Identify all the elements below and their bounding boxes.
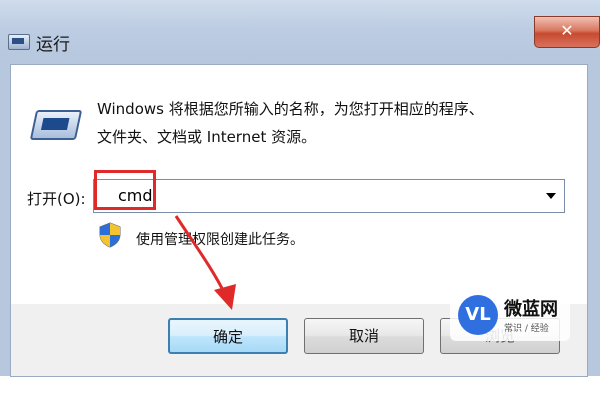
cancel-button[interactable]: 取消 <box>304 318 424 354</box>
uac-shield-icon <box>99 222 121 248</box>
ok-button[interactable]: 确定 <box>168 318 288 354</box>
watermark: VL 微蓝网 常识 / 经验 <box>450 289 570 341</box>
run-program-icon <box>29 110 83 140</box>
open-label: 打开(O): <box>27 190 86 208</box>
input-highlight-box <box>94 170 156 210</box>
open-combobox[interactable]: cmd <box>93 179 565 213</box>
admin-note: 使用管理权限创建此任务。 <box>136 232 304 248</box>
watermark-logo: VL <box>458 295 498 335</box>
watermark-tagline: 常识 / 经验 <box>504 324 549 334</box>
watermark-name: 微蓝网 <box>504 299 558 320</box>
window-title: 运行 <box>36 35 70 55</box>
description-line-1: Windows 将根据您所输入的名称，为您打开相应的程序、 <box>97 100 484 118</box>
description-line-2: 文件夹、文档或 Internet 资源。 <box>97 128 317 146</box>
title-bar[interactable]: 运行 ✕ <box>0 0 600 60</box>
chevron-down-icon[interactable] <box>546 193 556 199</box>
description-text: Windows 将根据您所输入的名称，为您打开相应的程序、 文件夹、文档或 In… <box>97 95 484 151</box>
close-button[interactable]: ✕ <box>534 16 600 48</box>
run-window-icon <box>8 34 30 50</box>
